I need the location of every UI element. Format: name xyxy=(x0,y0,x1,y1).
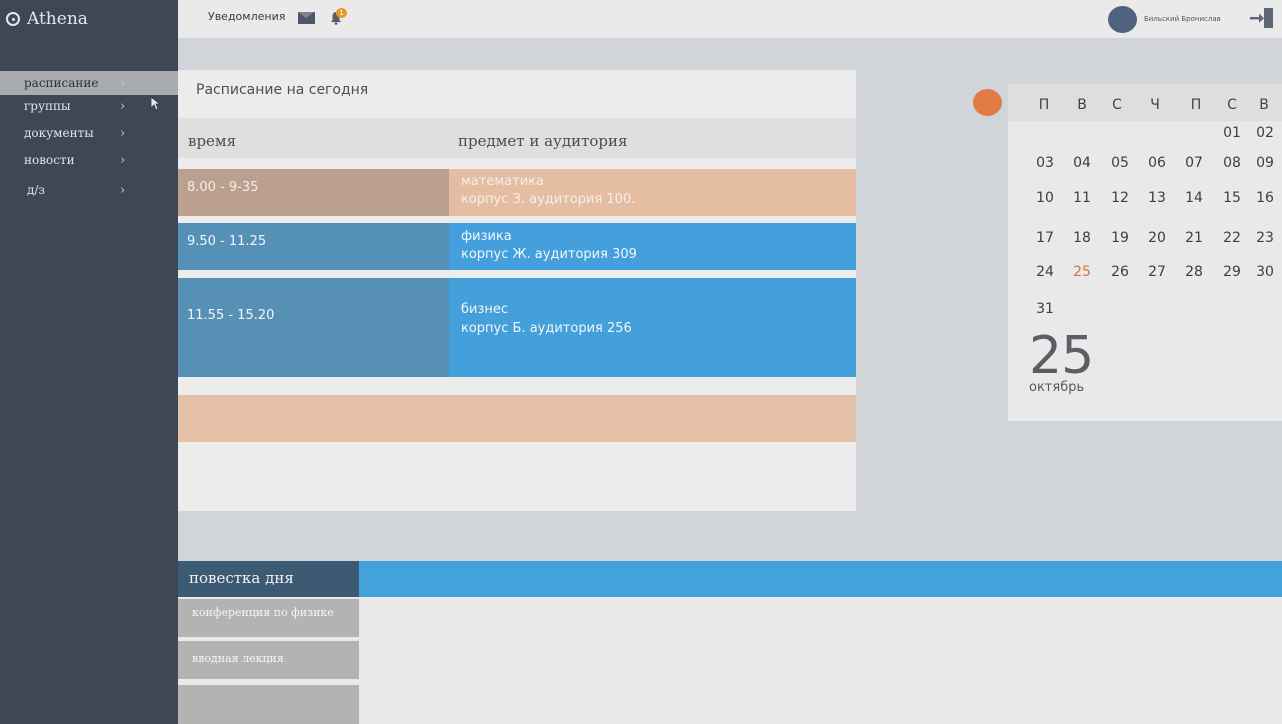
calendar-day[interactable]: 16 xyxy=(1252,190,1278,206)
calendar-day[interactable]: 08 xyxy=(1219,155,1245,171)
column-header-time: время xyxy=(188,132,237,150)
subject-name: математика xyxy=(461,174,544,189)
calendar-day[interactable]: 07 xyxy=(1181,155,1207,171)
calendar-day[interactable]: 27 xyxy=(1144,264,1170,280)
schedule-title: Расписание на сегодня xyxy=(196,82,369,98)
calendar-day[interactable]: 28 xyxy=(1181,264,1207,280)
agenda-header-bar xyxy=(359,561,1282,597)
calendar-weekday: С xyxy=(1227,97,1237,113)
calendar-day[interactable]: 05 xyxy=(1107,155,1133,171)
sidebar-item-label: расписание xyxy=(24,76,99,90)
calendar-day[interactable]: 25 xyxy=(1069,264,1095,280)
agenda-item-label: вводная лекция xyxy=(192,652,284,665)
calendar-day[interactable]: 24 xyxy=(1032,264,1058,280)
time-range: 8.00 - 9-35 xyxy=(187,180,259,195)
calendar-day[interactable]: 31 xyxy=(1032,301,1058,317)
schedule-row-subject[interactable]: бизнес корпус Б. аудитория 256 xyxy=(449,278,856,377)
sidebar-item-label: новости xyxy=(24,153,75,167)
column-header-subject: предмет и аудитория xyxy=(458,132,628,150)
mail-icon[interactable] xyxy=(298,12,315,24)
calendar-day[interactable]: 30 xyxy=(1252,264,1278,280)
calendar-day[interactable]: 20 xyxy=(1144,230,1170,246)
calendar-day[interactable]: 22 xyxy=(1219,230,1245,246)
calendar-day[interactable]: 09 xyxy=(1252,155,1278,171)
schedule-row-time[interactable]: 8.00 - 9-35 xyxy=(178,169,449,216)
schedule-row-subject[interactable]: физика корпус Ж. аудитория 309 xyxy=(449,223,856,270)
calendar-weekday: В xyxy=(1077,97,1087,113)
schedule-row-time[interactable]: 11.55 - 15.20 xyxy=(178,278,449,377)
calendar-day[interactable]: 15 xyxy=(1219,190,1245,206)
agenda-title: повестка дня xyxy=(189,569,294,587)
calendar-day[interactable]: 26 xyxy=(1107,264,1133,280)
sidebar-item-schedule[interactable]: расписание › xyxy=(0,71,178,95)
calendar-weekday: П xyxy=(1038,97,1050,113)
subject-room: корпус Ж. аудитория 309 xyxy=(461,247,637,262)
calendar-day[interactable]: 21 xyxy=(1181,230,1207,246)
calendar-day[interactable]: 10 xyxy=(1032,190,1058,206)
subject-name: бизнес xyxy=(461,302,509,317)
user-name[interactable]: Бильский Бронислав xyxy=(1144,15,1221,23)
selected-month-name: октябрь xyxy=(1029,380,1085,395)
notification-badge: 1 xyxy=(336,8,347,18)
schedule-row-time[interactable]: 9.50 - 11.25 xyxy=(178,223,449,270)
time-range: 9.50 - 11.25 xyxy=(187,234,267,249)
schedule-row-subject[interactable]: математика корпус З. аудитория 100. xyxy=(449,169,856,216)
calendar-day[interactable]: 19 xyxy=(1107,230,1133,246)
calendar-day[interactable]: 18 xyxy=(1069,230,1095,246)
calendar-day[interactable]: 23 xyxy=(1252,230,1278,246)
sidebar-item-news[interactable]: новости › xyxy=(0,148,178,172)
calendar-day[interactable]: 11 xyxy=(1069,190,1095,206)
chevron-right-icon: › xyxy=(120,152,126,168)
chevron-right-icon: › xyxy=(120,182,126,198)
app-logo[interactable]: Athena xyxy=(6,9,88,29)
chevron-right-icon: › xyxy=(120,98,126,114)
sidebar-item-label: д/з xyxy=(27,183,45,197)
chevron-right-icon: › xyxy=(120,75,126,91)
calendar-day[interactable]: 01 xyxy=(1219,125,1245,141)
sidebar-item-documents[interactable]: документы › xyxy=(0,121,178,145)
selected-day-number: 25 xyxy=(1029,326,1094,386)
app-name: Athena xyxy=(27,9,88,29)
calendar-day[interactable]: 13 xyxy=(1144,190,1170,206)
calendar-day[interactable]: 29 xyxy=(1219,264,1245,280)
time-range: 11.55 - 15.20 xyxy=(187,308,275,323)
subject-room: корпус З. аудитория 100. xyxy=(461,192,636,207)
agenda-item[interactable]: конференция по физике xyxy=(178,599,359,637)
sidebar-item-label: группы xyxy=(24,99,71,113)
calendar-day[interactable]: 17 xyxy=(1032,230,1058,246)
subject-room: корпус Б. аудитория 256 xyxy=(461,321,632,336)
agenda-item[interactable] xyxy=(178,685,359,724)
calendar-weekday: С xyxy=(1112,97,1122,113)
sidebar-item-label: документы xyxy=(24,126,94,140)
sidebar-item-homework[interactable]: д/з › xyxy=(0,178,178,202)
calendar-day[interactable]: 14 xyxy=(1181,190,1207,206)
calendar-day[interactable]: 12 xyxy=(1107,190,1133,206)
calendar-marker-dot xyxy=(973,89,1002,116)
calendar-weekday: Ч xyxy=(1150,97,1160,113)
calendar-day[interactable]: 06 xyxy=(1144,155,1170,171)
notifications-link[interactable]: Уведомления xyxy=(208,10,285,23)
agenda-item[interactable]: вводная лекция xyxy=(178,641,359,679)
avatar[interactable] xyxy=(1108,6,1137,33)
logout-icon[interactable] xyxy=(1249,7,1274,29)
calendar-day[interactable]: 03 xyxy=(1032,155,1058,171)
agenda-item-label: конференция по физике xyxy=(192,606,334,619)
logo-icon xyxy=(6,12,20,26)
subject-name: физика xyxy=(461,229,512,244)
chevron-right-icon: › xyxy=(120,125,126,141)
mouse-cursor-icon xyxy=(150,96,162,111)
calendar-weekday: П xyxy=(1190,97,1202,113)
calendar-weekday: В xyxy=(1259,97,1269,113)
schedule-empty-row[interactable] xyxy=(178,395,856,442)
calendar-day[interactable]: 04 xyxy=(1069,155,1095,171)
calendar-day[interactable]: 02 xyxy=(1252,125,1278,141)
